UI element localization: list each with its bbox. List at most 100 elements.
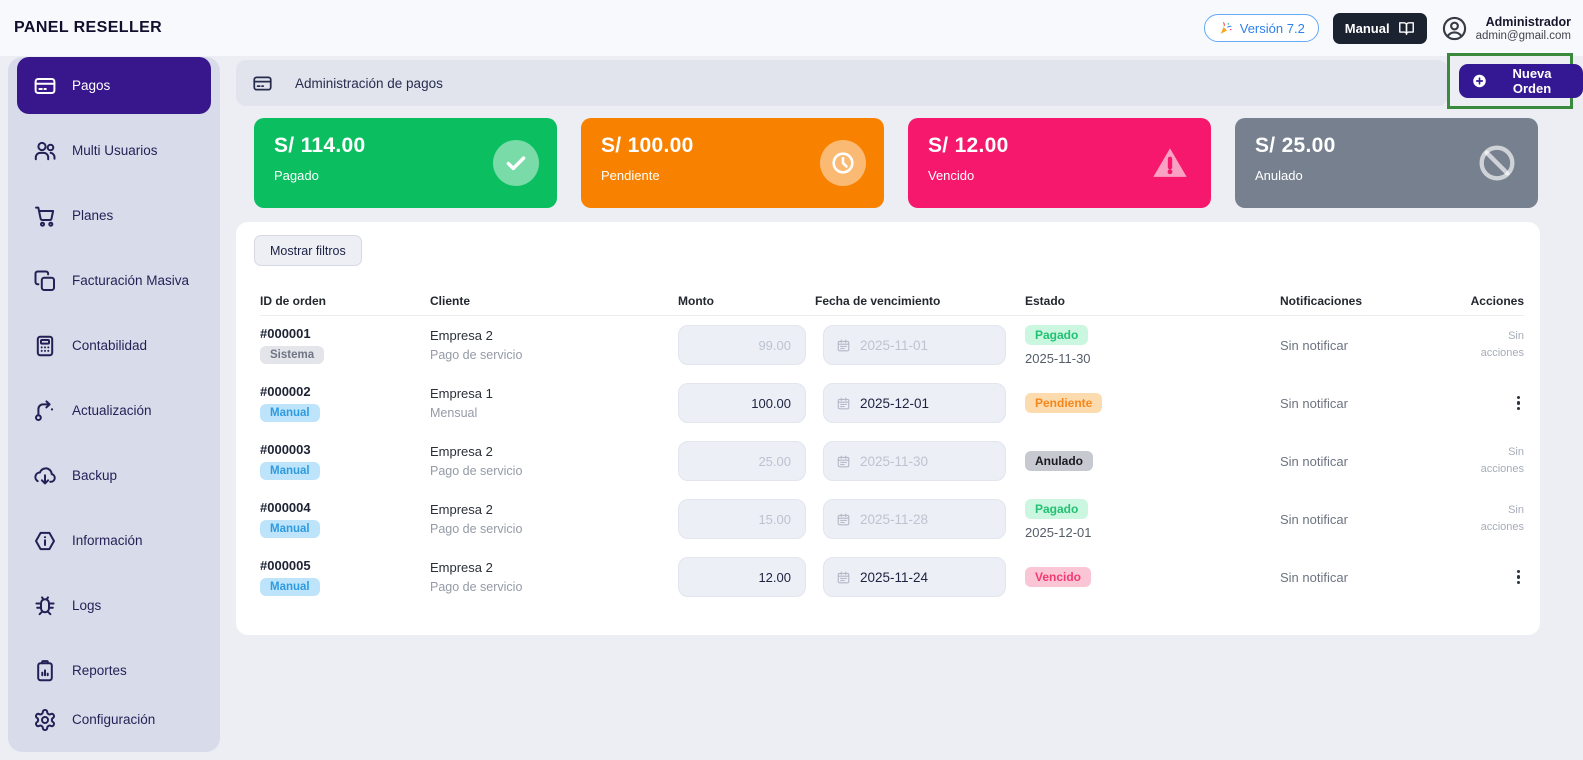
sidebar-item-informaci-n[interactable]: Información [17, 512, 211, 569]
version-badge[interactable]: Versión 7.2 [1204, 14, 1319, 42]
row-actions-menu[interactable] [1513, 391, 1524, 416]
check-icon [493, 140, 539, 186]
amount-input [678, 499, 806, 539]
bug-icon [33, 594, 57, 618]
due-date-input[interactable]: 2025-11-24 [823, 557, 1006, 597]
orders-table: ID de ordenClienteMontoFecha de vencimie… [260, 286, 1524, 606]
table-header-row: ID de ordenClienteMontoFecha de vencimie… [260, 286, 1524, 316]
manual-label: Manual [1345, 21, 1390, 36]
column-header-cliente: Cliente [430, 294, 678, 308]
sidebar-item-label: Información [72, 533, 143, 548]
sidebar-item-logs[interactable]: Logs [17, 577, 211, 634]
no-actions-label: Sin acciones [1470, 328, 1524, 362]
sidebar-item-planes[interactable]: Planes [17, 187, 211, 244]
client-name: Empresa 1 [430, 386, 678, 401]
column-header-fecha-de-vencimiento: Fecha de vencimiento [815, 294, 1025, 308]
calculator-icon [33, 334, 57, 358]
stats-row: S/ 114.00PagadoS/ 100.00PendienteS/ 12.0… [254, 118, 1538, 208]
due-date-value: 2025-11-28 [860, 512, 928, 527]
warning-triangle-icon [1147, 140, 1193, 186]
amount-input[interactable] [678, 383, 806, 423]
status-date: 2025-12-01 [1025, 525, 1092, 540]
order-concept: Pago de servicio [430, 348, 678, 362]
sidebar-item-label: Planes [72, 208, 113, 223]
calendar-icon [836, 454, 851, 469]
order-id: #000003 [260, 442, 430, 457]
calendar-icon [836, 570, 851, 585]
due-date-input: 2025-11-30 [823, 441, 1006, 481]
sidebar-item-actualizaci-n[interactable]: Actualización [17, 382, 211, 439]
new-order-label: Nueva Orden [1494, 66, 1570, 96]
topbar-actions: Versión 7.2 Manual Administrador admin@g… [1204, 13, 1571, 44]
info-hexagon-icon [33, 529, 57, 553]
amount-input [678, 441, 806, 481]
notification-status: Sin notificar [1280, 338, 1470, 353]
due-date-value: 2025-12-01 [860, 396, 929, 411]
status-date: 2025-11-30 [1025, 351, 1091, 366]
sidebar-item-multi-usuarios[interactable]: Multi Usuarios [17, 122, 211, 179]
calendar-icon [836, 512, 851, 527]
sidebar-item-label: Reportes [72, 663, 127, 678]
order-concept: Pago de servicio [430, 580, 678, 594]
sidebar-item-backup[interactable]: Backup [17, 447, 211, 504]
notification-status: Sin notificar [1280, 454, 1470, 469]
order-id: #000005 [260, 558, 430, 573]
order-id: #000004 [260, 500, 430, 515]
ban-icon [1474, 140, 1520, 186]
sidebar-item-pagos[interactable]: Pagos [17, 57, 211, 114]
user-name: Administrador [1476, 15, 1571, 29]
party-popper-icon [1218, 21, 1233, 36]
users-icon [33, 139, 57, 163]
manual-button[interactable]: Manual [1333, 13, 1427, 44]
clock-icon [820, 140, 866, 186]
column-header-id-de-orden: ID de orden [260, 294, 430, 308]
no-actions-label: Sin acciones [1470, 444, 1524, 478]
calendar-icon [836, 396, 851, 411]
due-date-value: 2025-11-01 [860, 338, 928, 353]
plus-circle-icon [1472, 73, 1487, 89]
order-source-badge: Manual [260, 520, 320, 538]
sidebar-item-label: Multi Usuarios [72, 143, 158, 158]
due-date-input[interactable]: 2025-12-01 [823, 383, 1006, 423]
sidebar-item-contabilidad[interactable]: Contabilidad [17, 317, 211, 374]
user-menu[interactable]: Administrador admin@gmail.com [1441, 15, 1571, 42]
stat-card-pagado: S/ 114.00Pagado [254, 118, 557, 208]
version-label: Versión 7.2 [1240, 21, 1305, 36]
brand-title: PANEL RESELLER [14, 19, 162, 37]
order-concept: Pago de servicio [430, 464, 678, 478]
amount-input[interactable] [678, 557, 806, 597]
sidebar-item-configuraci-n[interactable]: Configuración [17, 691, 211, 748]
status-badge: Pendiente [1025, 393, 1102, 413]
status-badge: Vencido [1025, 567, 1091, 587]
table-row: #000001 Sistema Empresa 2 Pago de servicio 2… [260, 316, 1524, 374]
order-source-badge: Manual [260, 462, 320, 480]
order-source-badge: Sistema [260, 346, 324, 364]
sidebar: Pagos Multi Usuarios Planes Facturación Mas… [8, 57, 220, 752]
order-source-badge: Manual [260, 578, 320, 596]
order-id: #000001 [260, 326, 430, 341]
client-name: Empresa 2 [430, 502, 678, 517]
notification-status: Sin notificar [1280, 512, 1470, 527]
update-icon [33, 399, 57, 423]
sidebar-item-facturaci-n-masiva[interactable]: Facturación Masiva [17, 252, 211, 309]
table-row: #000004ManualEmpresa 2Pago de servicio20… [260, 490, 1524, 548]
gear-icon [33, 708, 57, 732]
amount-input [678, 325, 806, 365]
new-order-button[interactable]: Nueva Orden [1459, 64, 1583, 98]
user-email: admin@gmail.com [1476, 30, 1571, 42]
order-source-badge: Manual [260, 404, 320, 422]
show-filters-button[interactable]: Mostrar filtros [254, 235, 362, 266]
due-date-input: 2025-11-28 [823, 499, 1006, 539]
due-date-input: 2025-11-01 [823, 325, 1006, 365]
book-open-icon [1398, 20, 1415, 37]
client-name: Empresa 2 [430, 560, 678, 575]
row-actions-menu[interactable] [1513, 565, 1524, 590]
shopping-cart-icon [33, 204, 57, 228]
cloud-download-icon [33, 464, 57, 488]
column-header-acciones: Acciones [1470, 294, 1524, 308]
order-id: #000002 [260, 384, 430, 399]
client-name: Empresa 2 [430, 328, 678, 343]
notification-status: Sin notificar [1280, 570, 1470, 585]
clipboard-chart-icon [33, 659, 57, 683]
column-header-notificaciones: Notificaciones [1280, 294, 1470, 308]
